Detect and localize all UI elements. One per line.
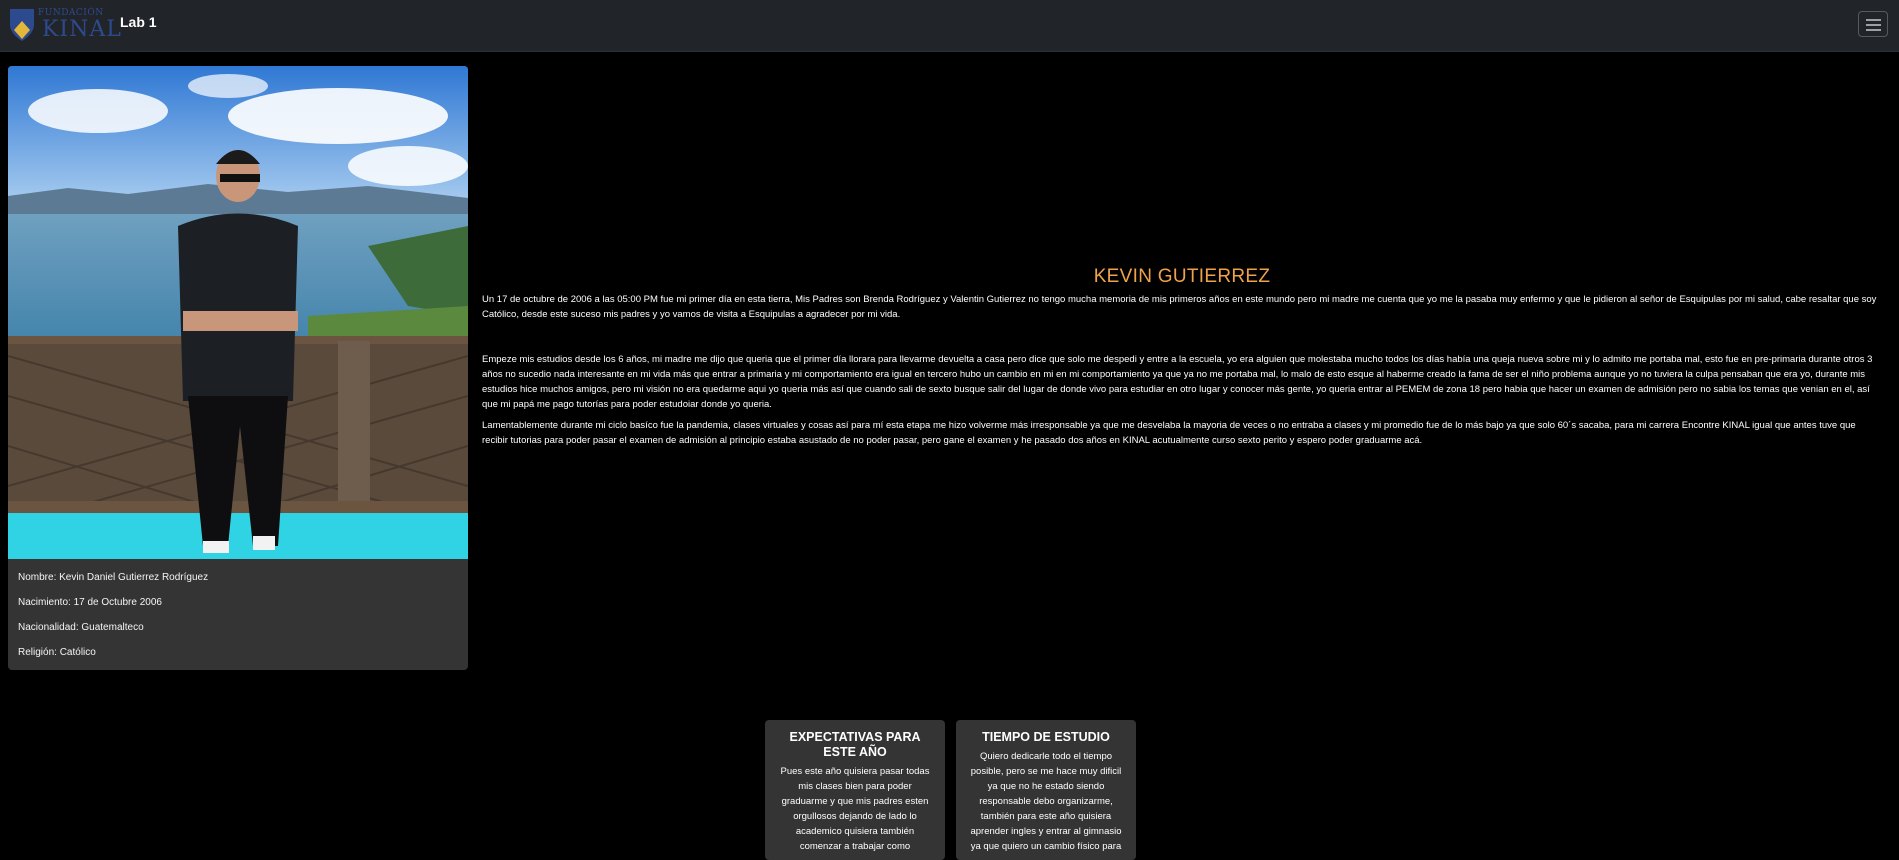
bio-paragraph-1: Un 17 de octubre de 2006 a las 05:00 PM … — [482, 294, 1877, 320]
profile-photo — [8, 66, 468, 559]
navbar-toggler-button[interactable] — [1858, 11, 1888, 37]
hamburger-menu-icon-bar — [1866, 24, 1881, 26]
biography-section: KEVIN GUTIERREZ Un 17 de octubre de 2006… — [482, 262, 1882, 454]
navbar: FUNDACIÓN KINAL Lab 1 — [0, 0, 1899, 52]
hamburger-menu-icon-bar — [1866, 29, 1881, 31]
bio-paragraph-2: Empeze mis estudios desde los 6 años, mi… — [482, 354, 1873, 410]
navbar-brand[interactable]: Lab 1 — [120, 14, 157, 30]
profile-card: Nombre: Kevin Daniel Gutierrez Rodríguez… — [8, 66, 468, 670]
kinal-shield-icon — [10, 9, 34, 41]
logo-kinal-text: KINAL — [42, 17, 122, 42]
page-title: KEVIN GUTIERREZ — [1093, 266, 1271, 287]
expectativas-title: EXPECTATIVAS PARA ESTE AÑO — [789, 730, 921, 759]
tiempo-estudio-text: Quiero dedicarle todo el tiempo posible,… — [970, 751, 1122, 852]
profile-nacimiento: Nacimiento: 17 de Octubre 2006 — [18, 597, 162, 608]
profile-nacionalidad: Nacionalidad: Guatemalteco — [18, 622, 144, 633]
profile-nombre: Nombre: Kevin Daniel Gutierrez Rodríguez — [18, 572, 209, 583]
tiempo-estudio-card: TIEMPO DE ESTUDIO Quiero dedicarle todo … — [956, 720, 1136, 860]
hamburger-menu-icon — [1866, 19, 1881, 21]
profile-info: Nombre: Kevin Daniel Gutierrez Rodríguez… — [18, 570, 208, 670]
bio-paragraph-3: Lamentablemente durante mi ciclo basíco … — [482, 420, 1856, 446]
profile-religion: Religión: Católico — [18, 647, 96, 658]
expectativas-card: EXPECTATIVAS PARA ESTE AÑO Pues este año… — [765, 720, 945, 860]
kinal-logo[interactable]: FUNDACIÓN KINAL — [8, 6, 121, 44]
tiempo-estudio-title: TIEMPO DE ESTUDIO — [982, 730, 1110, 744]
expectativas-text: Pues este año quisiera pasar todas mis c… — [780, 766, 930, 852]
